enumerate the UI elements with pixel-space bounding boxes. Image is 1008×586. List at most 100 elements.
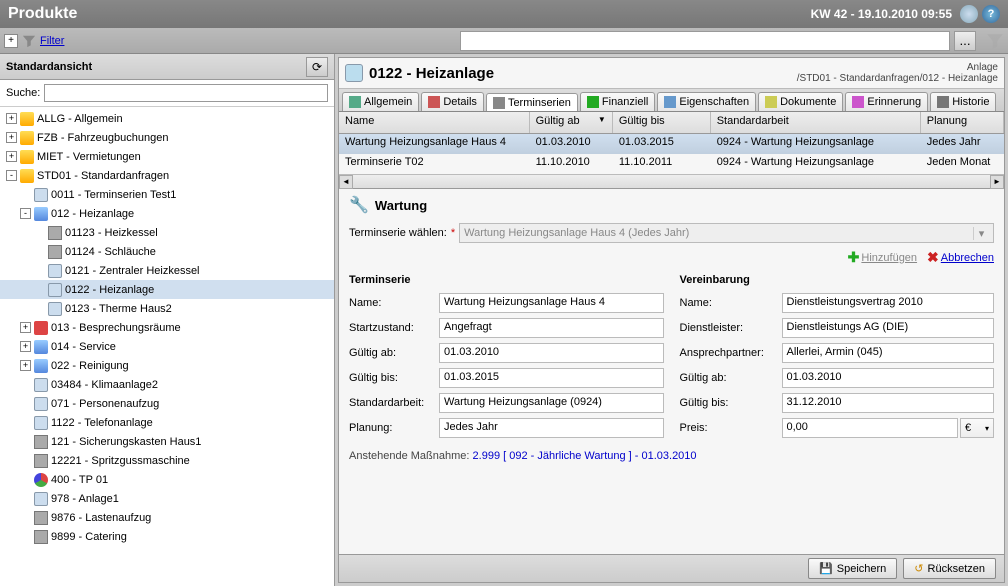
- help-icon[interactable]: ?: [982, 5, 1000, 23]
- filter-link[interactable]: Filter: [40, 35, 64, 47]
- col-gueltig-ab[interactable]: Gültig ab▼: [530, 112, 613, 133]
- tree-item[interactable]: -012 - Heizanlage: [0, 204, 334, 223]
- ts-start-field[interactable]: Angefragt: [439, 318, 664, 338]
- search-label: Suche:: [6, 87, 40, 99]
- grid-scrollbar[interactable]: ◄ ►: [339, 174, 1004, 188]
- tree-item[interactable]: +ALLG - Allgemein: [0, 109, 334, 128]
- chevron-down-icon: ▾: [985, 424, 989, 433]
- tab-finanziell[interactable]: Finanziell: [580, 92, 655, 111]
- tree-label: 014 - Service: [51, 341, 116, 353]
- tab-details[interactable]: Details: [421, 92, 484, 111]
- filter-input[interactable]: [460, 31, 950, 51]
- header: Produkte KW 42 - 19.10.2010 09:55 ?: [0, 0, 1008, 28]
- table-row[interactable]: Wartung Heizungsanlage Haus 401.03.20100…: [339, 134, 1004, 154]
- tree-item[interactable]: +022 - Reinigung: [0, 356, 334, 375]
- cancel-icon: ✖: [927, 249, 939, 266]
- reset-button[interactable]: ↺Rücksetzen: [903, 558, 996, 579]
- col-planung[interactable]: Planung: [921, 112, 1004, 133]
- tree-label: 0123 - Therme Haus2: [65, 303, 172, 315]
- tree-item[interactable]: 01123 - Heizkessel: [0, 223, 334, 242]
- gray-icon: [34, 530, 48, 544]
- tree-label: 12221 - Spritzgussmaschine: [51, 455, 190, 467]
- ag-ap-field[interactable]: Allerlei, Armin (045): [782, 343, 995, 363]
- tree-item[interactable]: +FZB - Fahrzeugbuchungen: [0, 128, 334, 147]
- ag-name-field[interactable]: Dienstleistungsvertrag 2010: [782, 293, 995, 313]
- tree-item[interactable]: 0122 - Heizanlage: [0, 280, 334, 299]
- tree-toggle[interactable]: +: [20, 360, 31, 371]
- panel-header: 0122 - Heizanlage Anlage /STD01 - Standa…: [339, 58, 1004, 89]
- pending-link[interactable]: 2.999 [ 092 - Jährliche Wartung ] - 01.0…: [473, 450, 697, 462]
- gray-icon: [34, 454, 48, 468]
- tree-item[interactable]: 03484 - Klimaanlage2: [0, 375, 334, 394]
- ag-price-field[interactable]: 0,00: [782, 418, 959, 438]
- terminserie-select[interactable]: Wartung Heizungsanlage Haus 4 (Jedes Jah…: [459, 223, 994, 243]
- search-input[interactable]: [44, 84, 328, 102]
- ts-gbis-field[interactable]: 01.03.2015: [439, 368, 664, 388]
- browse-button[interactable]: ...: [954, 31, 976, 51]
- cancel-link[interactable]: ✖Abbrechen: [927, 249, 994, 266]
- scroll-right-icon[interactable]: ►: [990, 175, 1004, 189]
- tree-item[interactable]: 0121 - Zentraler Heizkessel: [0, 261, 334, 280]
- tab-eigenschaften[interactable]: Eigenschaften: [657, 92, 756, 111]
- ag-gab-field[interactable]: 01.03.2010: [782, 368, 995, 388]
- add-link[interactable]: ✚Hinzufügen: [848, 249, 917, 266]
- tree-toggle[interactable]: +: [6, 132, 17, 143]
- tree-item[interactable]: 0123 - Therme Haus2: [0, 299, 334, 318]
- col-standardarbeit[interactable]: Standardarbeit: [711, 112, 921, 133]
- tree-toggle[interactable]: -: [20, 208, 31, 219]
- tab-erinnerung[interactable]: Erinnerung: [845, 92, 928, 111]
- tree-item[interactable]: +013 - Besprechungsräume: [0, 318, 334, 337]
- reset-icon: ↺: [914, 562, 923, 575]
- tree-item[interactable]: 071 - Personenaufzug: [0, 394, 334, 413]
- tab-dokumente[interactable]: Dokumente: [758, 92, 843, 111]
- tree-toggle[interactable]: +: [20, 341, 31, 352]
- tree-item[interactable]: 01124 - Schläuche: [0, 242, 334, 261]
- tree-toggle[interactable]: +: [6, 113, 17, 124]
- tree-toggle[interactable]: +: [6, 151, 17, 162]
- ts-std-field[interactable]: Wartung Heizungsanlage (0924): [439, 393, 664, 413]
- ts-name-field[interactable]: Wartung Heizungsanlage Haus 4: [439, 293, 664, 313]
- expand-filter-button[interactable]: +: [4, 34, 18, 48]
- detail-title: Wartung: [375, 198, 427, 213]
- col-name[interactable]: Name: [339, 112, 530, 133]
- tree-item[interactable]: 9876 - Lastenaufzug: [0, 508, 334, 527]
- ag-gbis-field[interactable]: 31.12.2010: [782, 393, 995, 413]
- sidebar-view-label: Standardansicht: [6, 61, 306, 73]
- globe-icon[interactable]: [960, 5, 978, 23]
- tree-item[interactable]: 1122 - Telefonanlage: [0, 413, 334, 432]
- currency-select[interactable]: €▾: [960, 418, 994, 438]
- leaf-icon: [48, 264, 62, 278]
- tab-historie[interactable]: Historie: [930, 92, 996, 111]
- funnel-clear-icon[interactable]: [986, 32, 1004, 50]
- tree-item[interactable]: 978 - Anlage1: [0, 489, 334, 508]
- tree-label: 01124 - Schläuche: [65, 246, 156, 258]
- tab-icon: [428, 96, 440, 108]
- ag-dl-field[interactable]: Dienstleistungs AG (DIE): [782, 318, 995, 338]
- save-button[interactable]: 💾Speichern: [808, 558, 897, 579]
- col-gueltig-bis[interactable]: Gültig bis: [613, 112, 711, 133]
- folder-icon: [20, 131, 34, 145]
- tree-item[interactable]: 12221 - Spritzgussmaschine: [0, 451, 334, 470]
- refresh-button[interactable]: ⟳: [306, 57, 328, 77]
- tree-item[interactable]: 9899 - Catering: [0, 527, 334, 546]
- tree-toggle[interactable]: -: [6, 170, 17, 181]
- required-mark: *: [451, 227, 455, 239]
- tab-icon: [765, 96, 777, 108]
- scroll-left-icon[interactable]: ◄: [339, 175, 353, 189]
- tree-item[interactable]: 121 - Sicherungskasten Haus1: [0, 432, 334, 451]
- tab-icon: [937, 96, 949, 108]
- tree-item[interactable]: 0011 - Terminserien Test1: [0, 185, 334, 204]
- tree-label: MIET - Vermietungen: [37, 151, 141, 163]
- ts-plan-field[interactable]: Jedes Jahr: [439, 418, 664, 438]
- tree-item[interactable]: +014 - Service: [0, 337, 334, 356]
- ts-gab-field[interactable]: 01.03.2010: [439, 343, 664, 363]
- tree-item[interactable]: 400 - TP 01: [0, 470, 334, 489]
- tree-toggle[interactable]: +: [20, 322, 31, 333]
- tree-item[interactable]: + MIET - Vermietungen: [0, 147, 334, 166]
- tree-label: 0122 - Heizanlage: [65, 284, 154, 296]
- header-date: KW 42 - 19.10.2010 09:55: [811, 7, 952, 21]
- tree-item[interactable]: -STD01 - Standardanfragen: [0, 166, 334, 185]
- tab-terminserien[interactable]: Terminserien: [486, 93, 578, 112]
- table-row[interactable]: Terminserie T0211.10.201011.10.20110924 …: [339, 154, 1004, 174]
- tab-allgemein[interactable]: Allgemein: [342, 92, 419, 111]
